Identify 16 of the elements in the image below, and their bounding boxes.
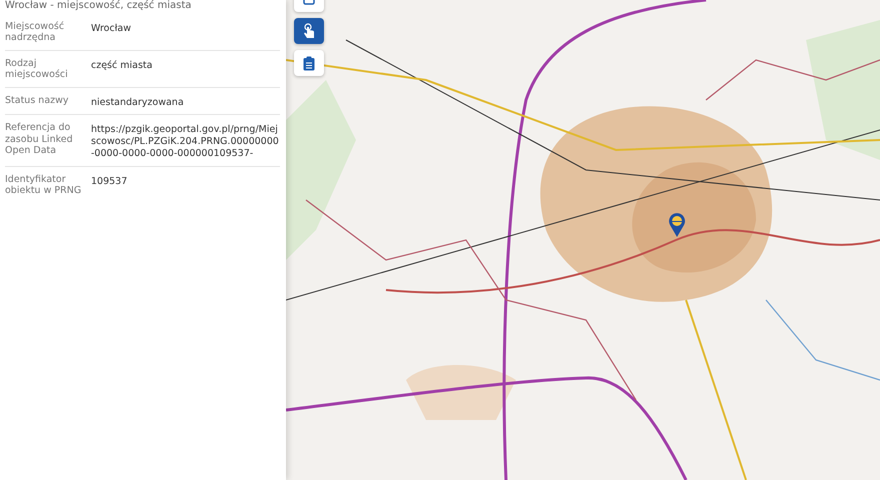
- attribute-value: Wrocław: [91, 22, 132, 35]
- hand-pointer-icon: [302, 23, 316, 39]
- attribute-label: Referencja do zasobu Linked Open Data: [5, 122, 74, 157]
- attribute-value: 109537: [91, 175, 128, 188]
- attribute-label: Status nazwy: [5, 94, 70, 106]
- attribute-label: Miejscowość nadrzędna: [5, 21, 66, 44]
- clipboard-button[interactable]: [294, 50, 324, 76]
- attribute-label: Rodzaj miejscowości: [5, 58, 69, 81]
- attribute-value: część miasta: [91, 58, 154, 72]
- pointer-tool-button[interactable]: [294, 18, 324, 44]
- map-pin-icon: [668, 212, 686, 238]
- panel-title: Wrocław - miejscowość, część miasta: [5, 0, 192, 13]
- attribute-label: Identyfikator obiektu w PRNG: [5, 174, 82, 197]
- attribute-value: https://pzgik.geoportal.gov.pl/prng/Miejscowosc/PL.PZGiK.204.PRNG.00000000-0000-0000-0000-000000109537-: [91, 123, 280, 160]
- clipboard-icon: [303, 56, 315, 70]
- attribute-value: niestandaryzowana: [91, 96, 185, 108]
